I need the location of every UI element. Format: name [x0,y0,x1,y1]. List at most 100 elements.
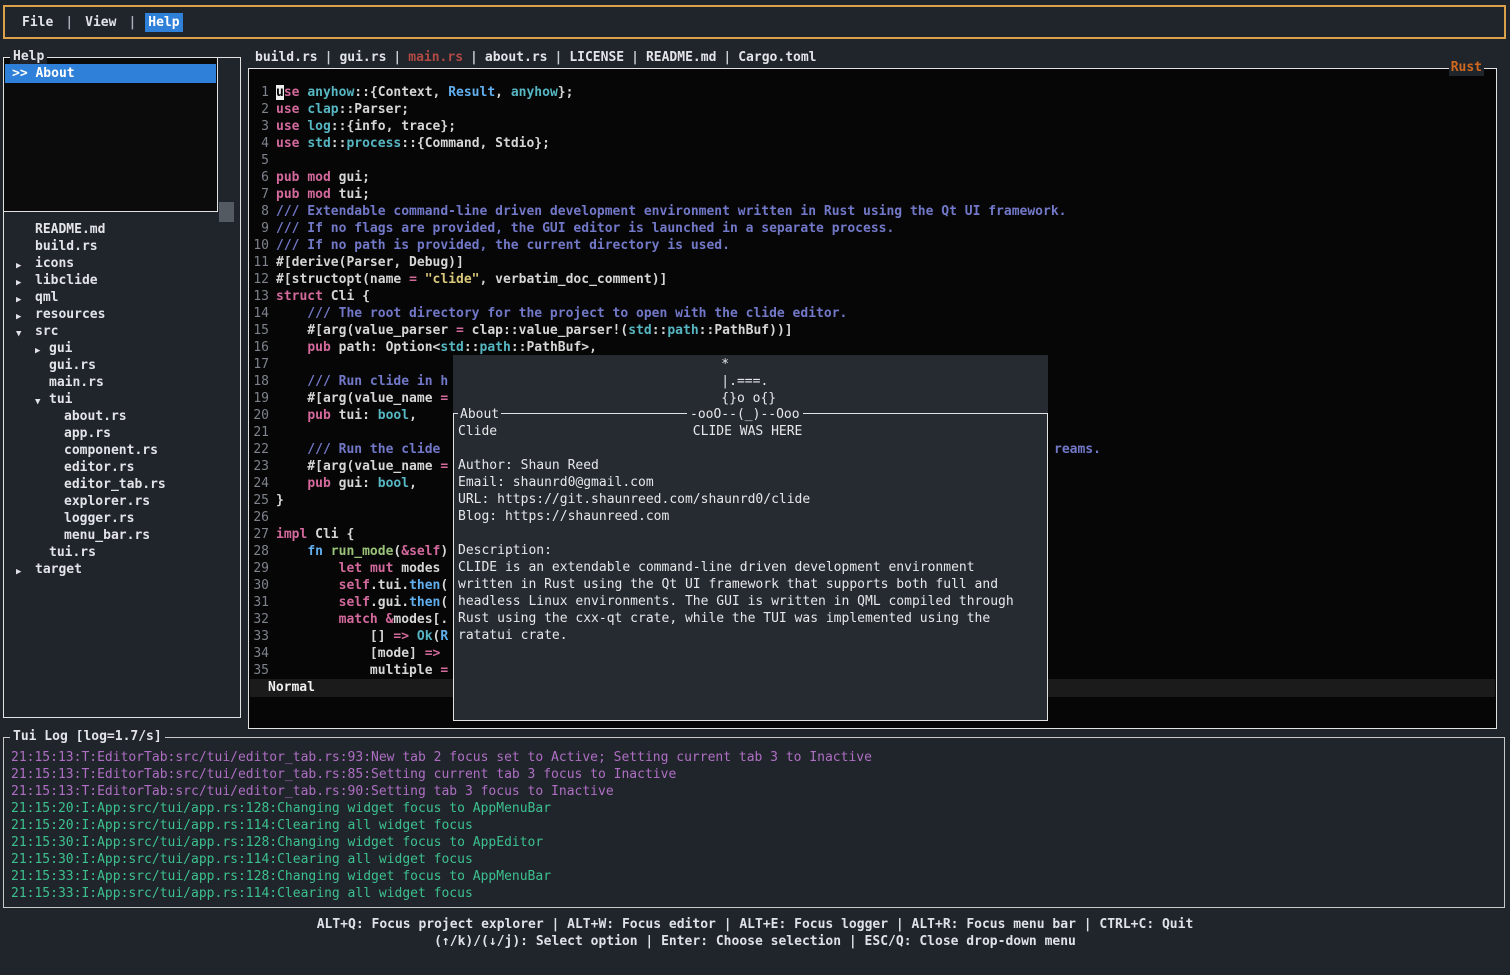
explorer-item-label: tui.rs [49,544,96,561]
menu-item-view[interactable]: View [82,13,119,32]
code-line-tail: reams. [1054,441,1101,458]
line-number: 4 [250,135,269,152]
code-line-text: /// If no flags are provided, the GUI ed… [276,221,894,236]
line-number: 20 [250,407,269,424]
line-number: 28 [250,543,269,560]
code-line-13[interactable]: 13struct Cli { [250,288,1495,305]
tab-separator: | [631,49,639,66]
tab-build.rs[interactable]: build.rs [255,49,318,66]
explorer-item-label: editor_tab.rs [64,476,166,493]
code-line-text: #[structopt(name = "clide", verbatim_doc… [276,272,667,287]
explorer-item-target[interactable]: ▶target [5,561,239,578]
code-line-8[interactable]: 8/// Extendable command-line driven deve… [250,203,1495,220]
line-number: 19 [250,390,269,407]
explorer-item-label: main.rs [49,374,104,391]
explorer-item-label: resources [35,306,105,323]
code-line-text: } [276,493,284,508]
about-popup-content: Clide CLIDE WAS HERE Author: Shaun Reed … [458,423,1014,644]
explorer-item-icons[interactable]: ▶icons [5,255,239,272]
line-number: 35 [250,662,269,679]
explorer-item-gui-rs[interactable]: gui.rs [5,357,239,374]
tab-readme.md[interactable]: README.md [646,49,716,66]
code-line-5[interactable]: 5 [250,152,1495,169]
tab-separator: | [393,49,401,66]
explorer-item-gui[interactable]: ▶gui [5,340,239,357]
explorer-item-main-rs[interactable]: main.rs [5,374,239,391]
shortcut-bar-line2: (↑/k)/(↓/j): Select option | Enter: Choo… [0,933,1510,950]
explorer-item-resources[interactable]: ▶resources [5,306,239,323]
explorer-item-libclide[interactable]: ▶libclide [5,272,239,289]
log-entry: 21:15:20:I:App:src/tui/app.rs:128:Changi… [11,800,1502,817]
code-line-text: /// Run the clide [276,442,440,457]
menu-item-file[interactable]: File [19,13,56,32]
line-number: 11 [250,254,269,271]
line-number: 5 [250,152,269,169]
code-line-3[interactable]: 3use log::{info, trace}; [250,118,1495,135]
explorer-item-label: target [35,561,82,578]
explorer-item-build-rs[interactable]: build.rs [5,238,239,255]
explorer-item-label: logger.rs [64,510,134,527]
menu-item-help[interactable]: Help [145,13,182,32]
explorer-item-editor-tab-rs[interactable]: editor_tab.rs [5,476,239,493]
code-line-12[interactable]: 12#[structopt(name = "clide", verbatim_d… [250,271,1495,288]
code-line-9[interactable]: 9/// If no flags are provided, the GUI e… [250,220,1495,237]
explorer-item-readme-md[interactable]: README.md [5,221,239,238]
code-line-11[interactable]: 11#[derive(Parser, Debug)] [250,254,1495,271]
explorer-item-label: editor.rs [64,459,134,476]
explorer-item-label: src [35,323,58,340]
explorer-item-menu-bar-rs[interactable]: menu_bar.rs [5,527,239,544]
tab-separator: | [555,49,563,66]
code-line-text: /// Run clide in h [276,374,448,389]
code-line-10[interactable]: 10/// If no path is provided, the curren… [250,237,1495,254]
code-line-15[interactable]: 15 #[arg(value_parser = clap::value_pars… [250,322,1495,339]
tab-main.rs[interactable]: main.rs [408,49,463,66]
explorer-item-label: app.rs [64,425,111,442]
explorer-item-logger-rs[interactable]: logger.rs [5,510,239,527]
line-number: 22 [250,441,269,458]
line-number: 13 [250,288,269,305]
line-number: 23 [250,458,269,475]
line-number: 16 [250,339,269,356]
log-entry: 21:15:33:I:App:src/tui/app.rs:128:Changi… [11,868,1502,885]
tab-license[interactable]: LICENSE [569,49,624,66]
code-line-4[interactable]: 4use std::process::{Command, Stdio}; [250,135,1495,152]
explorer-item-tui-rs[interactable]: tui.rs [5,544,239,561]
code-line-14[interactable]: 14 /// The root directory for the projec… [250,305,1495,322]
code-line-16[interactable]: 16 pub path: Option<std::path::PathBuf>, [250,339,1495,356]
line-number: 3 [250,118,269,135]
explorer-item-explorer-rs[interactable]: explorer.rs [5,493,239,510]
tab-about.rs[interactable]: about.rs [485,49,548,66]
explorer-item-label: menu_bar.rs [64,527,150,544]
explorer-item-app-rs[interactable]: app.rs [5,425,239,442]
explorer-item-src[interactable]: ▼src [5,323,239,340]
code-line-text: /// The root directory for the project t… [276,306,847,321]
dropdown-item-about[interactable]: >> About [5,64,216,83]
line-number: 30 [250,577,269,594]
ascii-art: * |.===. {}o o{} [690,356,776,407]
line-number: 7 [250,186,269,203]
explorer-item-tui[interactable]: ▼tui [5,391,239,408]
help-dropdown-title: Help [10,49,47,65]
code-line-text: [] => Ok(R [276,629,448,644]
explorer-item-component-rs[interactable]: component.rs [5,442,239,459]
explorer-item-label: about.rs [64,408,127,425]
code-line-text: impl Cli { [276,527,354,542]
code-line-text: fn run_mode(&self) [276,544,448,559]
log-entry: 21:15:13:T:EditorTab:src/tui/editor_tab.… [11,783,1502,800]
line-number: 17 [250,356,269,373]
line-number: 24 [250,475,269,492]
tab-cargo.toml[interactable]: Cargo.toml [738,49,816,66]
line-number: 1 [250,84,269,101]
code-line-1[interactable]: 1use anyhow::{Context, Result, anyhow}; [250,84,1495,101]
log-entry: 21:15:13:T:EditorTab:src/tui/editor_tab.… [11,749,1502,766]
scrollbar-thumb[interactable] [219,202,234,222]
code-line-7[interactable]: 7 pub mod tui; [250,186,1495,203]
explorer-item-about-rs[interactable]: about.rs [5,408,239,425]
code-line-text: pub mod tui; [276,187,370,202]
line-number: 14 [250,305,269,322]
code-line-6[interactable]: 6pub mod gui; [250,169,1495,186]
tab-gui.rs[interactable]: gui.rs [339,49,386,66]
code-line-2[interactable]: 2use clap::Parser; [250,101,1495,118]
explorer-item-editor-rs[interactable]: editor.rs [5,459,239,476]
explorer-item-qml[interactable]: ▶qml [5,289,239,306]
